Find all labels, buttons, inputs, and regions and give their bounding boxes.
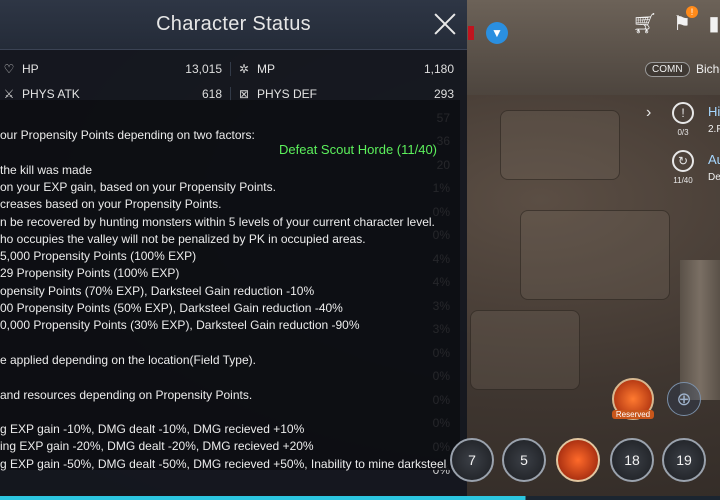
shop-cart-icon[interactable]: 🛒︎ [632, 12, 657, 36]
tooltip-line: g EXP gain -50%, DMG dealt -50%, DMG rec… [0, 456, 447, 471]
quest-name: Au [708, 152, 720, 167]
tooltip-line: 0,000 Propensity Points (30% EXP), Darks… [0, 318, 360, 333]
stats-grid: ♡ HP 13,015 ✲ MP 1,180 ⚔ PHYS ATK 618 ⊠ … [0, 56, 462, 106]
chat-sender-name: Biche [696, 62, 720, 76]
tooltip-line: and resources depending on Propensity Po… [0, 387, 253, 402]
gift-icon[interactable]: ▮ [708, 12, 720, 36]
stat-mp: ✲ MP 1,180 [231, 62, 462, 76]
skill-slot-2[interactable]: 5 [502, 438, 546, 482]
heart-icon: ♡ [3, 61, 15, 76]
stat-row: ♡ HP 13,015 ✲ MP 1,180 [0, 56, 462, 81]
tooltip-line: our Propensity Points depending on two f… [0, 128, 255, 142]
quest-alert-icon: ! [672, 102, 694, 124]
hud-top-bar: 🛒︎ ⚑ ! ▮ [632, 6, 720, 36]
auto-quest-icon: ↻ [672, 150, 694, 172]
tooltip-line: ho occupies the valley will not be penal… [0, 231, 366, 246]
tooltip-line: 5,000 Propensity Points (100% EXP) [0, 249, 197, 264]
tooltip-line: opensity Points (70% EXP), Darksteel Gai… [0, 283, 315, 298]
stat-label: MP [257, 61, 275, 76]
tooltip-line: the kill was made [0, 162, 93, 177]
chat-channel-tag[interactable]: COMN [645, 62, 690, 77]
reserved-label: Reserved [612, 410, 654, 419]
shield-icon: ⊠ [238, 86, 250, 101]
stat-label: PHYS DEF [257, 86, 318, 101]
panel-tab-marker[interactable] [468, 26, 474, 40]
sword-icon: ⚔ [3, 86, 15, 101]
tooltip-line: 29 Propensity Points (100% EXP) [0, 266, 180, 281]
quest-desc: De [708, 172, 720, 183]
stat-hp: ♡ HP 13,015 [0, 61, 231, 76]
stat-value: 13,015 [185, 61, 222, 76]
notification-badge: ! [686, 6, 698, 18]
chevron-right-icon[interactable]: › [646, 104, 651, 122]
quest-count: 11/40 [673, 176, 693, 185]
skill-slot-fire[interactable] [556, 438, 600, 482]
stat-label: HP [22, 61, 39, 76]
tooltip-line: ing EXP gain -20%, DMG dealt -20%, DMG r… [0, 439, 314, 454]
close-icon[interactable] [431, 10, 459, 38]
skill-slot-3[interactable]: 18 [610, 438, 654, 482]
panel-header: Character Status [0, 0, 467, 50]
stone-pillar [680, 260, 720, 400]
skill-slot-1[interactable]: 7 [450, 438, 494, 482]
floor-stone [500, 110, 620, 180]
stat-phys-atk: ⚔ PHYS ATK 618 [0, 86, 231, 101]
stat-label: PHYS ATK [22, 86, 80, 101]
floor-stone [520, 210, 670, 300]
tooltip-line: 00 Propensity Points (50% EXP), Darkstee… [0, 301, 343, 315]
chevron-down-icon[interactable]: ▼ [486, 22, 508, 44]
exp-bar [0, 496, 720, 500]
skill-slot-4[interactable]: 19 [662, 438, 706, 482]
stat-value: 1,180 [423, 61, 454, 76]
quest-desc: 2.Fi [708, 124, 720, 135]
tooltip-line: g EXP gain -10%, DMG dealt -10%, DMG rec… [0, 422, 305, 437]
quest-progress-text: Defeat Scout Horde (11/40) [279, 142, 438, 157]
panel-title: Character Status [156, 13, 311, 35]
stat-value: 618 [201, 86, 222, 101]
tooltip-line: e applied depending on the location(Fiel… [0, 352, 256, 367]
quest-name: Hi [708, 104, 720, 119]
stat-value: 293 [433, 86, 454, 101]
tooltip-line: n be recovered by hunting monsters withi… [0, 214, 435, 229]
event-icon[interactable]: ⚑ ! [670, 6, 698, 36]
tooltip-line: on your EXP gain, based on your Propensi… [0, 179, 276, 194]
tooltip-line: creases based on your Propensity Points. [0, 197, 222, 212]
stat-phys-def: ⊠ PHYS DEF 293 [231, 87, 462, 101]
gear-icon: ✲ [238, 61, 250, 76]
quest-count: 0/3 [677, 128, 689, 137]
floor-stone [470, 310, 580, 390]
target-crosshair-icon[interactable]: ⊕ [667, 382, 701, 416]
